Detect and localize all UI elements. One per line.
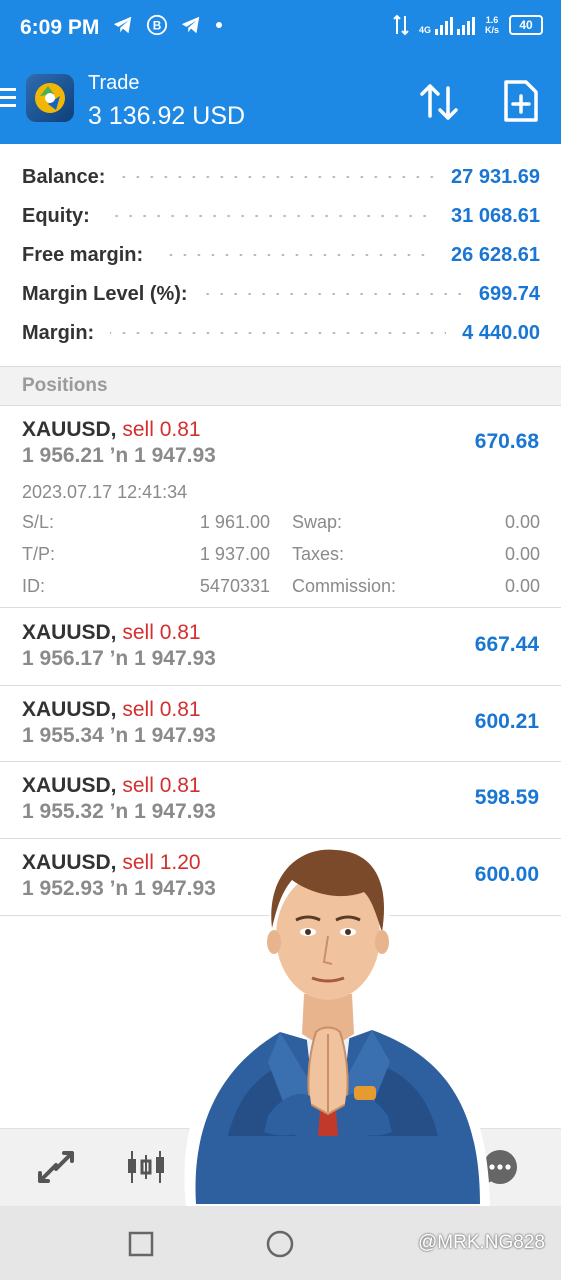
symbol-text: XAUUSD,: [22, 851, 117, 874]
id-label: ID:: [22, 576, 46, 596]
margin-row: Margin: 4 440.00: [22, 318, 540, 348]
tp-label: T/P:: [22, 544, 56, 564]
network-indicator: 4G: [419, 15, 475, 35]
equity-value: 31 068.61: [451, 204, 540, 227]
data-transfer-icon: [393, 14, 409, 36]
swap-label: Swap:: [292, 512, 343, 532]
position-details: S/L: 1 961.00 Swap: 0.00 T/P: 1 937.00 T…: [22, 512, 540, 608]
dot-leader: [203, 293, 463, 295]
position-profit: 600.21: [474, 710, 539, 733]
app-bar: Trade 3 136.92 USD: [0, 60, 561, 144]
equity-label: Equity:: [22, 204, 90, 227]
margin-level-row: Margin Level (%): 699.74: [22, 279, 540, 309]
detail-row: ID: 5470331 Commission: 0.00: [22, 576, 540, 608]
sort-icon[interactable]: [418, 80, 462, 124]
circle-nav-icon[interactable]: [266, 1230, 294, 1258]
header-balance: 3 136.92 USD: [88, 102, 246, 130]
balance-value: 27 931.69: [451, 165, 540, 188]
position-side: sell 0.81: [122, 698, 201, 721]
page-title: Trade: [88, 72, 140, 94]
balance-row: Balance: 27 931.69: [22, 162, 540, 192]
system-nav-bar: @MRK.NG828: [0, 1206, 561, 1280]
square-nav-icon[interactable]: [128, 1231, 154, 1257]
free-margin-row: Free margin: 26 628.61: [22, 240, 540, 270]
watermark: @MRK.NG828: [418, 1232, 545, 1253]
speed-unit: K/s: [484, 25, 499, 35]
positions-section-header: Positions: [0, 366, 561, 406]
position-symbol: XAUUSD, sell 0.81: [22, 698, 201, 722]
new-order-icon[interactable]: [498, 78, 542, 124]
swap-value: 0.00: [504, 512, 540, 532]
position-prices: 1 955.32 ’n 1 947.93: [22, 800, 216, 823]
position-prices: 1 955.34 ’n 1 947.93: [22, 724, 216, 747]
dot-leader: [105, 215, 436, 217]
dot-leader: [110, 332, 447, 334]
menu-icon[interactable]: [0, 88, 16, 110]
position-row[interactable]: XAUUSD, sell 0.81 1 955.32 ’n 1 947.93 5…: [0, 762, 561, 839]
position-row[interactable]: XAUUSD, sell 0.81 1 956.21 ’n 1 947.93 6…: [0, 406, 561, 608]
position-prices: 1 956.17 ’n 1 947.93: [22, 647, 216, 670]
battery-level: 40: [519, 18, 533, 32]
position-symbol: XAUUSD, sell 0.81: [22, 774, 201, 798]
tp-value: 1 937.00: [199, 544, 270, 564]
detail-row: S/L: 1 961.00 Swap: 0.00: [22, 512, 540, 544]
quotes-icon[interactable]: [34, 1147, 78, 1187]
dot-icon: [216, 22, 222, 28]
signal-icon: [434, 17, 475, 35]
speed-value: 1.6: [485, 15, 499, 25]
position-side: sell 0.81: [122, 418, 201, 441]
symbol-text: XAUUSD,: [22, 418, 117, 441]
speed-indicator: 1.6 K/s: [485, 15, 499, 35]
network-type: 4G: [418, 25, 431, 35]
symbol-text: XAUUSD,: [22, 621, 117, 644]
symbol-text: XAUUSD,: [22, 774, 117, 797]
position-row[interactable]: XAUUSD, sell 0.81 1 956.17 ’n 1 947.93 6…: [0, 609, 561, 686]
sl-value: 1 961.00: [199, 512, 270, 532]
position-row[interactable]: XAUUSD, sell 0.81 1 955.34 ’n 1 947.93 6…: [0, 686, 561, 762]
status-indicators: 4G 1.6 K/s 40: [393, 14, 543, 36]
detail-row: T/P: 1 937.00 Taxes: 0.00: [22, 544, 540, 576]
position-symbol: XAUUSD, sell 0.81: [22, 621, 201, 645]
position-profit: 598.59: [474, 786, 539, 809]
battery-icon: 40: [509, 15, 543, 35]
metatrader-logo-icon: [26, 74, 74, 122]
margin-level-label: Margin Level (%):: [22, 282, 188, 305]
dot-leader: [121, 176, 436, 178]
symbol-text: XAUUSD,: [22, 698, 117, 721]
margin-level-value: 699.74: [478, 282, 540, 305]
telegram-icon: [113, 16, 132, 34]
commission-label: Commission:: [292, 576, 397, 596]
taxes-label: Taxes:: [292, 544, 345, 564]
positions-header-label: Positions: [22, 375, 108, 396]
taxes-value: 0.00: [504, 544, 540, 564]
free-margin-label: Free margin:: [22, 243, 144, 266]
praying-man-sticker: [184, 840, 491, 1206]
status-bar: 6:09 PM B 4G 1.6 K/s 40: [0, 0, 561, 60]
chart-icon[interactable]: [124, 1147, 168, 1187]
margin-value: 4 440.00: [462, 321, 540, 344]
position-side: sell 0.81: [122, 774, 201, 797]
position-time: 2023.07.17 12:41:34: [22, 482, 188, 502]
position-profit: 670.68: [474, 430, 539, 453]
equity-row: Equity: 31 068.61: [22, 201, 540, 231]
commission-value: 0.00: [504, 576, 540, 596]
b-badge-icon: B: [146, 14, 168, 36]
id-value: 5470331: [199, 576, 270, 596]
position-prices: 1 956.21 ’n 1 947.93: [22, 444, 216, 467]
free-margin-value: 26 628.61: [451, 243, 540, 266]
notification-icons: B: [112, 14, 224, 36]
telegram-icon: [181, 16, 200, 34]
position-profit: 667.44: [474, 633, 539, 656]
margin-label: Margin:: [22, 321, 95, 344]
svg-text:B: B: [153, 19, 162, 33]
status-time: 6:09 PM: [20, 16, 100, 39]
position-symbol: XAUUSD, sell 0.81: [22, 418, 201, 442]
dot-leader: [159, 254, 436, 256]
sl-label: S/L:: [22, 512, 55, 532]
account-summary: Balance: 27 931.69 Equity: 31 068.61 Fre…: [0, 144, 561, 366]
position-side: sell 0.81: [122, 621, 201, 644]
balance-label: Balance:: [22, 165, 106, 188]
